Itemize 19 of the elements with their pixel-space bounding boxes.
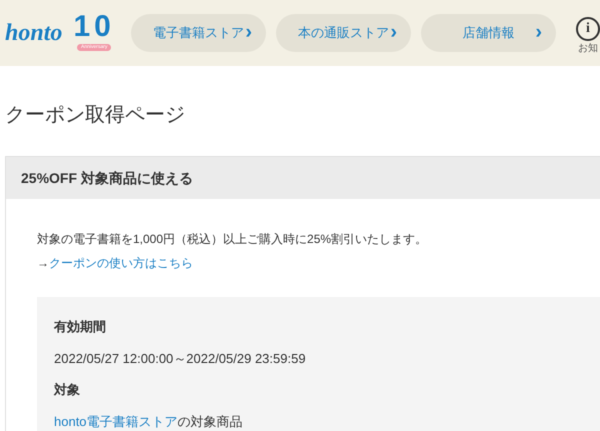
page-title: クーポン取得ページ — [5, 103, 186, 128]
howto-text: →クーポンの使い方はこちら — [37, 255, 194, 271]
period-text: 2022/05/27 12:00:00～2022/05/29 23:59:59 — [54, 350, 307, 368]
chevron-icon: › — [535, 21, 542, 43]
coupon-title: 25%OFF 対象商品に使える — [21, 168, 193, 188]
howto-link[interactable]: クーポンの使い方はこちら — [49, 256, 193, 270]
info-label[interactable]: お知 — [578, 40, 598, 56]
store-link[interactable]: honto電子書籍ストア — [54, 414, 178, 428]
chevron-icon: › — [390, 21, 397, 43]
nav-button[interactable]: 店舗情報 › — [421, 14, 556, 52]
detail-heading: 対象 — [54, 381, 81, 399]
info-icon[interactable]: i — [576, 16, 600, 40]
description: 対象の電子書籍を1,000円（税込）以上ご購入時に25%割引いたします。 — [37, 231, 428, 247]
target-text: honto電子書籍ストアの対象商品 — [54, 412, 244, 430]
nav-button[interactable]: 電子書籍ストア› — [131, 14, 266, 52]
nav-button[interactable]: 本の通販ストア› — [276, 14, 411, 52]
logo[interactable]: honto — [5, 21, 62, 45]
detail-heading: 有効期間 — [54, 318, 107, 336]
chevron-icon: › — [245, 21, 252, 43]
